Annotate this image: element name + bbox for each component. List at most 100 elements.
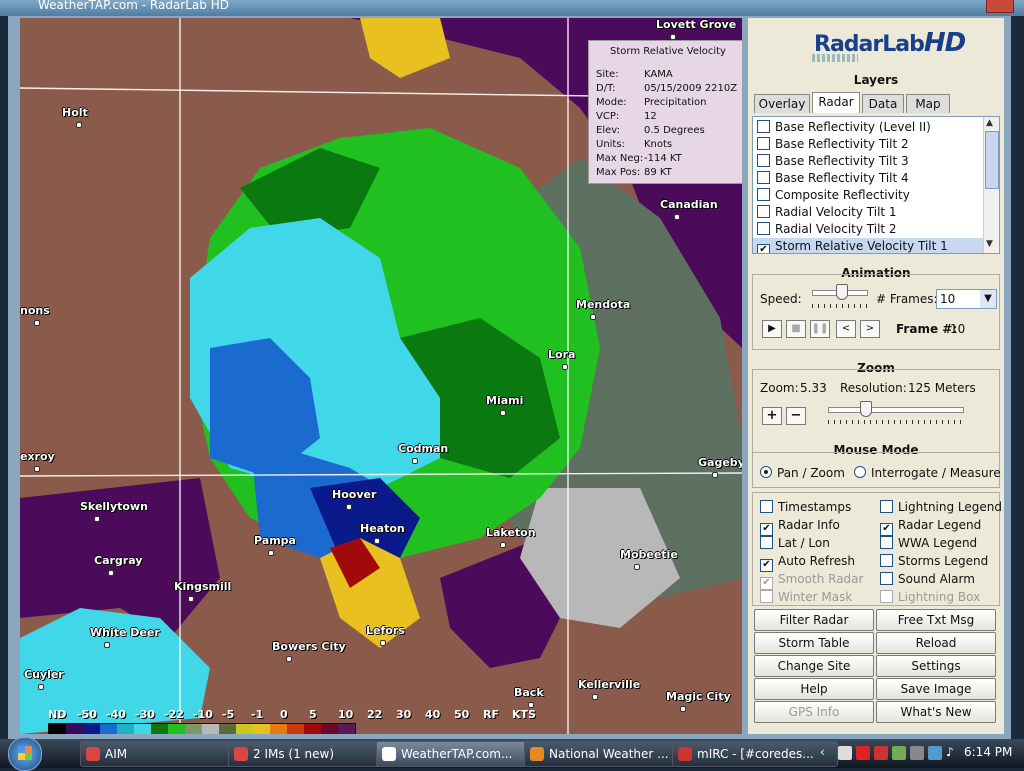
chevron-down-icon[interactable]: ▼ — [980, 290, 996, 308]
checkbox[interactable] — [880, 590, 893, 603]
option-winter-mask[interactable]: Winter Mask — [760, 590, 852, 604]
layer-checkbox[interactable] — [757, 120, 770, 133]
tab-map[interactable]: Map — [906, 94, 950, 113]
legend-swatch — [117, 724, 134, 734]
task-mirc[interactable]: mIRC - [#coredes... — [672, 741, 838, 767]
radar-map[interactable]: Storm Relative Velocity Site: KAMA D/T: 05… — [20, 18, 742, 734]
city-label: Lefors — [366, 624, 405, 637]
info-value: 89 KT — [644, 167, 672, 178]
start-button[interactable] — [8, 737, 42, 771]
zoom-out-button[interactable]: − — [786, 407, 806, 425]
checkbox[interactable]: ✔ — [880, 523, 893, 536]
layer-checkbox[interactable] — [757, 171, 770, 184]
scroll-thumb[interactable] — [985, 131, 999, 189]
close-window-button[interactable] — [986, 0, 1014, 13]
option-smooth-radar[interactable]: ✔ Smooth Radar — [760, 572, 863, 590]
tray-mirc-icon[interactable] — [874, 746, 888, 760]
tab-data[interactable]: Data — [862, 94, 904, 113]
change-site-button[interactable]: Change Site — [754, 655, 874, 677]
task-aim[interactable]: AIM — [80, 741, 246, 767]
tab-radar[interactable]: Radar — [812, 92, 860, 113]
filter-radar-button[interactable]: Filter Radar — [754, 609, 874, 631]
stop-button[interactable]: ■ — [786, 320, 806, 338]
zoom-slider[interactable] — [828, 407, 964, 413]
checkbox[interactable]: ✔ — [760, 523, 773, 536]
task-ims[interactable]: 2 IMs (1 new) — [228, 741, 394, 767]
frames-select[interactable]: 10 ▼ — [936, 289, 997, 309]
layer-item[interactable]: Radial Velocity Tilt 1 — [753, 204, 987, 221]
layer-checkbox[interactable] — [757, 188, 770, 201]
step-forward-button[interactable]: > — [860, 320, 880, 338]
checkbox[interactable] — [880, 500, 893, 513]
tray-gmail-icon[interactable] — [856, 746, 870, 760]
option-storms-legend[interactable]: Storms Legend — [880, 554, 988, 568]
option-radar-legend[interactable]: ✔ Radar Legend — [880, 518, 981, 536]
storm-table-button[interactable]: Storm Table — [754, 632, 874, 654]
option-auto-refresh[interactable]: ✔ Auto Refresh — [760, 554, 855, 572]
layer-item[interactable]: Base Reflectivity Tilt 2 — [753, 136, 987, 153]
option-sound-alarm[interactable]: Sound Alarm — [880, 572, 975, 586]
pan-zoom-radio[interactable]: Pan / Zoom — [760, 466, 845, 480]
option-lightning-legend[interactable]: Lightning Legend — [880, 500, 1002, 514]
layer-item[interactable]: Base Reflectivity (Level II) — [753, 119, 987, 136]
step-back-button[interactable]: < — [836, 320, 856, 338]
option-lightning-box[interactable]: Lightning Box — [880, 590, 980, 604]
info-key: Mode: — [596, 97, 627, 108]
task-nws[interactable]: National Weather ... — [524, 741, 690, 767]
layer-checkbox[interactable]: ✔ — [757, 244, 770, 253]
reload-button[interactable]: Reload — [876, 632, 996, 654]
scroll-down-arrow-icon[interactable]: ▼ — [986, 239, 993, 249]
save-image-button[interactable]: Save Image — [876, 678, 996, 700]
what-s-new-button[interactable]: What's New — [876, 701, 996, 723]
settings-button[interactable]: Settings — [876, 655, 996, 677]
tray-network-icon[interactable] — [910, 746, 924, 760]
city-label: Codman — [398, 442, 449, 455]
checkbox[interactable] — [760, 590, 773, 603]
layer-checkbox[interactable] — [757, 205, 770, 218]
play-button[interactable]: ▶ — [762, 320, 782, 338]
option-radar-info[interactable]: ✔ Radar Info — [760, 518, 840, 536]
checkbox[interactable] — [880, 554, 893, 567]
pause-button[interactable]: ❚❚ — [810, 320, 830, 338]
legend-swatch — [270, 724, 287, 734]
checkbox[interactable] — [880, 536, 893, 549]
checkbox[interactable]: ✔ — [760, 577, 773, 590]
tray-monitor-icon[interactable] — [928, 746, 942, 760]
gps-info-button[interactable]: GPS Info — [754, 701, 874, 723]
checkbox[interactable] — [760, 536, 773, 549]
layer-item[interactable]: Base Reflectivity Tilt 4 — [753, 170, 987, 187]
option-timestamps[interactable]: Timestamps — [760, 500, 851, 514]
zoom-slider-knob[interactable] — [860, 401, 872, 417]
help-button[interactable]: Help — [754, 678, 874, 700]
volume-icon[interactable]: ♪ — [946, 745, 954, 759]
speed-slider-knob[interactable] — [836, 284, 848, 300]
clock[interactable]: 6:14 PM — [964, 745, 1012, 759]
layer-item[interactable]: Composite Reflectivity — [753, 187, 987, 204]
interrogate-radio[interactable]: Interrogate / Measure — [854, 466, 1001, 480]
tray-chevron-icon[interactable]: ‹ — [820, 745, 825, 759]
radio-icon[interactable] — [854, 466, 866, 478]
zoom-value: 5.33 — [800, 381, 827, 395]
checkbox[interactable]: ✔ — [760, 559, 773, 572]
layer-item-selected[interactable]: ✔ Storm Relative Velocity Tilt 1 — [753, 238, 987, 253]
tray-app-icon[interactable] — [838, 746, 852, 760]
tab-overlay[interactable]: Overlay — [754, 94, 810, 113]
task-weathertap[interactable]: WeatherTAP.com... — [376, 741, 542, 767]
city-dot — [680, 706, 686, 712]
option-wwa-legend[interactable]: WWA Legend — [880, 536, 977, 550]
layer-checkbox[interactable] — [757, 154, 770, 167]
checkbox[interactable] — [760, 500, 773, 513]
info-key: D/T: — [596, 83, 616, 94]
option-lat-lon[interactable]: Lat / Lon — [760, 536, 830, 550]
layer-item[interactable]: Base Reflectivity Tilt 3 — [753, 153, 987, 170]
radio-selected-icon[interactable] — [760, 466, 772, 478]
free-txt-msg-button[interactable]: Free Txt Msg — [876, 609, 996, 631]
layer-checkbox[interactable] — [757, 222, 770, 235]
checkbox[interactable] — [880, 572, 893, 585]
zoom-in-button[interactable]: + — [762, 407, 782, 425]
layer-scrollbar[interactable]: ▲ ▼ — [983, 117, 999, 253]
scroll-up-arrow-icon[interactable]: ▲ — [986, 118, 993, 128]
layer-checkbox[interactable] — [757, 137, 770, 150]
layer-item[interactable]: Radial Velocity Tilt 2 — [753, 221, 987, 238]
tray-app2-icon[interactable] — [892, 746, 906, 760]
